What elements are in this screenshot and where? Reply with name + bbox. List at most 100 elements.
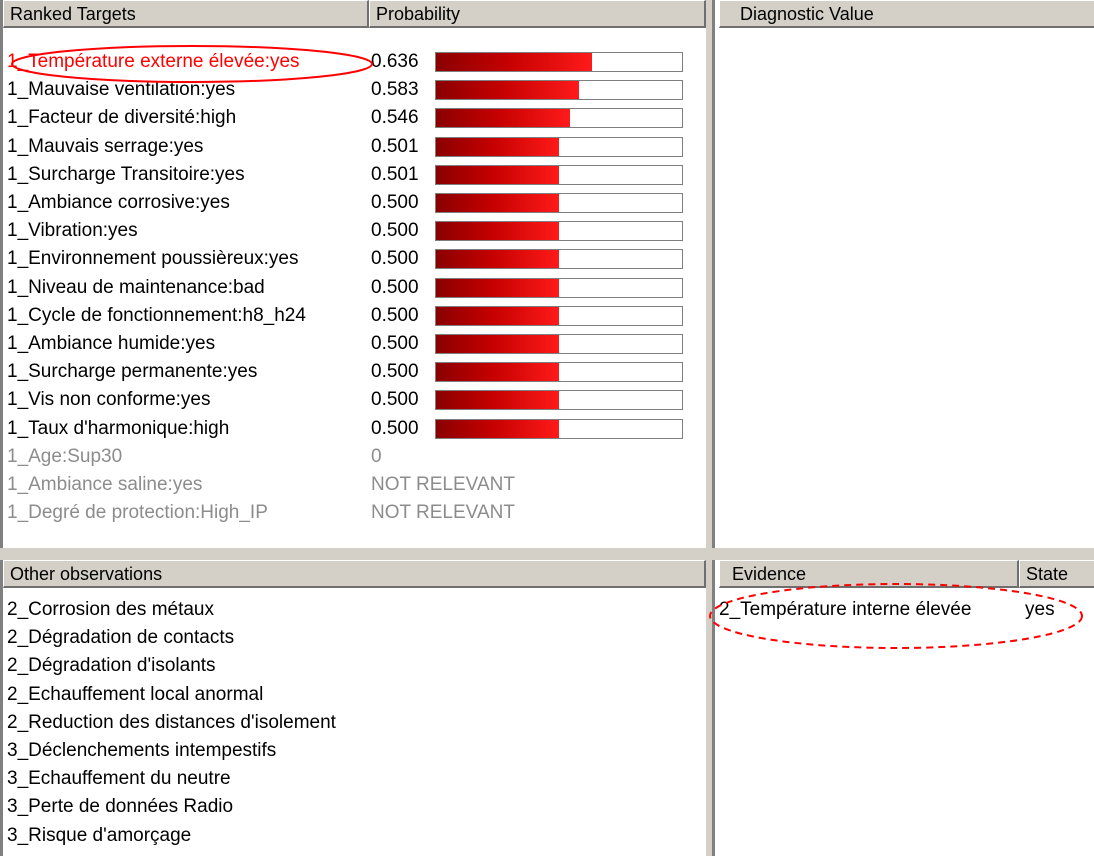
ranked-target-row[interactable]: 1_Surcharge Transitoire:yes 0.501 bbox=[3, 161, 703, 189]
diagnostic-value-panel: Diagnostic Value bbox=[712, 0, 1094, 548]
observation-item[interactable]: 3_Risque d'amorçage bbox=[7, 822, 191, 850]
target-label: 1_Age:Sup30 bbox=[7, 445, 123, 467]
probability-value: 0.500 bbox=[371, 276, 419, 298]
target-label: 1_Ambiance saline:yes bbox=[7, 474, 203, 495]
probability-bar-fill bbox=[436, 194, 559, 212]
observation-item[interactable]: 2_Dégradation de contacts bbox=[7, 624, 234, 652]
ranked-target-row[interactable]: 1_Ambiance saline:yes NOT RELEVANT bbox=[3, 471, 703, 499]
ranked-target-row[interactable]: 1_Environnement poussièreux:yes 0.500 bbox=[3, 245, 703, 273]
probability-bar bbox=[435, 362, 683, 383]
probability-bar-fill bbox=[436, 391, 559, 410]
observation-item[interactable]: 3_Echauffement du neutre bbox=[7, 765, 231, 793]
target-label: 1_Vibration:yes bbox=[7, 220, 138, 242]
target-label: 1_Ambiance corrosive:yes bbox=[7, 192, 230, 213]
col-header-probability[interactable]: Probability bbox=[369, 0, 706, 28]
ranked-target-row[interactable]: 1_Vis non conforme:yes 0.500 bbox=[3, 386, 703, 414]
target-label: 1_Mauvais serrage:yes bbox=[7, 135, 204, 157]
evidence-panel: Evidence State 2_Température interne éle… bbox=[712, 560, 1094, 856]
probability-bar bbox=[435, 305, 683, 326]
probability-bar-fill bbox=[436, 222, 559, 241]
probability-bar bbox=[435, 334, 683, 354]
probability-bar-fill bbox=[436, 137, 560, 156]
probability-value: 0.500 bbox=[371, 333, 419, 354]
evidence-state: yes bbox=[1025, 599, 1055, 620]
probability-bar bbox=[435, 108, 683, 129]
probability-bar-fill bbox=[436, 363, 559, 382]
observation-item[interactable]: 2_Echauffement local anormal bbox=[7, 681, 263, 709]
target-label: 1_Mauvaise ventilation:yes bbox=[7, 79, 236, 101]
ranked-targets-panel: Ranked Targets Probability 1_Température… bbox=[0, 0, 706, 548]
probability-value: 0.500 bbox=[371, 361, 419, 383]
probability-bar bbox=[435, 193, 683, 213]
probability-value: 0.546 bbox=[371, 107, 419, 129]
other-observations-panel: Other observations 2_Corrosion des métau… bbox=[0, 560, 706, 856]
probability-value: 0.501 bbox=[371, 135, 419, 157]
probability-value: 0.583 bbox=[371, 79, 419, 101]
ranked-target-row[interactable]: 1_Ambiance humide:yes 0.500 bbox=[3, 330, 703, 358]
observation-item[interactable]: 3_Perte de données Radio bbox=[7, 793, 233, 821]
target-label: 1_Environnement poussièreux:yes bbox=[7, 248, 299, 270]
probability-bar bbox=[435, 249, 683, 270]
probability-value: 0.501 bbox=[371, 163, 419, 185]
col-header-evidence[interactable]: Evidence bbox=[719, 560, 1019, 588]
ranked-target-row[interactable]: 1_Age:Sup30 0 bbox=[3, 443, 703, 471]
col-header-ranked-targets[interactable]: Ranked Targets bbox=[3, 0, 369, 28]
ranked-target-row[interactable]: 1_Niveau de maintenance:bad 0.500 bbox=[3, 274, 703, 302]
probability-bar bbox=[435, 136, 683, 157]
target-label: 1_Taux d'harmonique:high bbox=[7, 417, 230, 439]
target-label: 1_Vis non conforme:yes bbox=[7, 389, 211, 411]
probability-value: 0.636 bbox=[371, 51, 419, 72]
target-label: 1_Niveau de maintenance:bad bbox=[7, 276, 265, 298]
ranked-target-row[interactable]: 1_Taux d'harmonique:high 0.500 bbox=[3, 415, 703, 443]
ranked-target-row[interactable]: 1_Surcharge permanente:yes 0.500 bbox=[3, 358, 703, 386]
probability-bar bbox=[435, 80, 683, 101]
probability-bar-fill bbox=[436, 419, 559, 438]
probability-value: 0 bbox=[371, 445, 382, 467]
target-label: 1_Cycle de fonctionnement:h8_h24 bbox=[7, 304, 306, 326]
probability-bar-fill bbox=[436, 165, 560, 184]
probability-bar-fill bbox=[436, 81, 580, 100]
probability-bar-fill bbox=[436, 250, 559, 269]
observation-item[interactable]: 3_Déclenchements intempestifs bbox=[7, 737, 276, 765]
target-label: 1_Ambiance humide:yes bbox=[7, 333, 216, 354]
probability-value: 0.500 bbox=[371, 248, 419, 270]
probability-value: 0.500 bbox=[371, 389, 419, 411]
probability-bar bbox=[435, 164, 683, 185]
target-label: 1_Surcharge permanente:yes bbox=[7, 361, 258, 383]
evidence-row[interactable]: 2_Température interne élevée yes bbox=[715, 596, 1093, 624]
target-label: 1_Surcharge Transitoire:yes bbox=[7, 163, 245, 185]
probability-value: NOT RELEVANT bbox=[371, 474, 515, 495]
probability-value: NOT RELEVANT bbox=[371, 502, 515, 524]
probability-bar-fill bbox=[436, 109, 571, 128]
probability-value: 0.500 bbox=[371, 304, 419, 326]
target-label: 1_Facteur de diversité:high bbox=[7, 107, 237, 129]
target-label: 1_Température externe élevée:yes bbox=[7, 51, 300, 72]
ranked-target-row[interactable]: 1_Mauvaise ventilation:yes 0.583 bbox=[3, 76, 703, 104]
probability-bar bbox=[435, 418, 683, 439]
observation-item[interactable]: 2_Reduction des distances d'isolement bbox=[7, 709, 336, 737]
probability-value: 0.500 bbox=[371, 192, 419, 213]
ranked-target-row[interactable]: 1_Ambiance corrosive:yes 0.500 bbox=[3, 189, 703, 217]
probability-value: 0.500 bbox=[371, 220, 419, 242]
col-header-state[interactable]: State bbox=[1019, 560, 1094, 588]
evidence-name: 2_Température interne élevée bbox=[719, 599, 972, 620]
target-label: 1_Degré de protection:High_IP bbox=[7, 502, 268, 524]
ranked-target-row[interactable]: 1_Température externe élevée:yes 0.636 bbox=[3, 48, 703, 76]
probability-bar bbox=[435, 221, 683, 242]
probability-bar bbox=[435, 390, 683, 411]
ranked-target-row[interactable]: 1_Cycle de fonctionnement:h8_h24 0.500 bbox=[3, 302, 703, 330]
observation-item[interactable]: 2_Corrosion des métaux bbox=[7, 596, 214, 624]
ranked-target-row[interactable]: 1_Facteur de diversité:high 0.546 bbox=[3, 104, 703, 132]
col-header-other-observations[interactable]: Other observations bbox=[3, 560, 706, 588]
observation-item[interactable]: 2_Dégradation d'isolants bbox=[7, 652, 216, 680]
probability-bar-fill bbox=[436, 53, 593, 71]
probability-bar-fill bbox=[436, 335, 559, 353]
col-header-diagnostic-value[interactable]: Diagnostic Value bbox=[719, 0, 1094, 28]
ranked-target-row[interactable]: 1_Degré de protection:High_IP NOT RELEVAN… bbox=[3, 499, 703, 527]
probability-bar bbox=[435, 277, 683, 298]
ranked-target-row[interactable]: 1_Vibration:yes 0.500 bbox=[3, 217, 703, 245]
ranked-target-row[interactable]: 1_Mauvais serrage:yes 0.501 bbox=[3, 133, 703, 161]
probability-bar-fill bbox=[436, 278, 559, 297]
probability-bar-fill bbox=[436, 306, 559, 325]
probability-bar bbox=[435, 52, 683, 72]
